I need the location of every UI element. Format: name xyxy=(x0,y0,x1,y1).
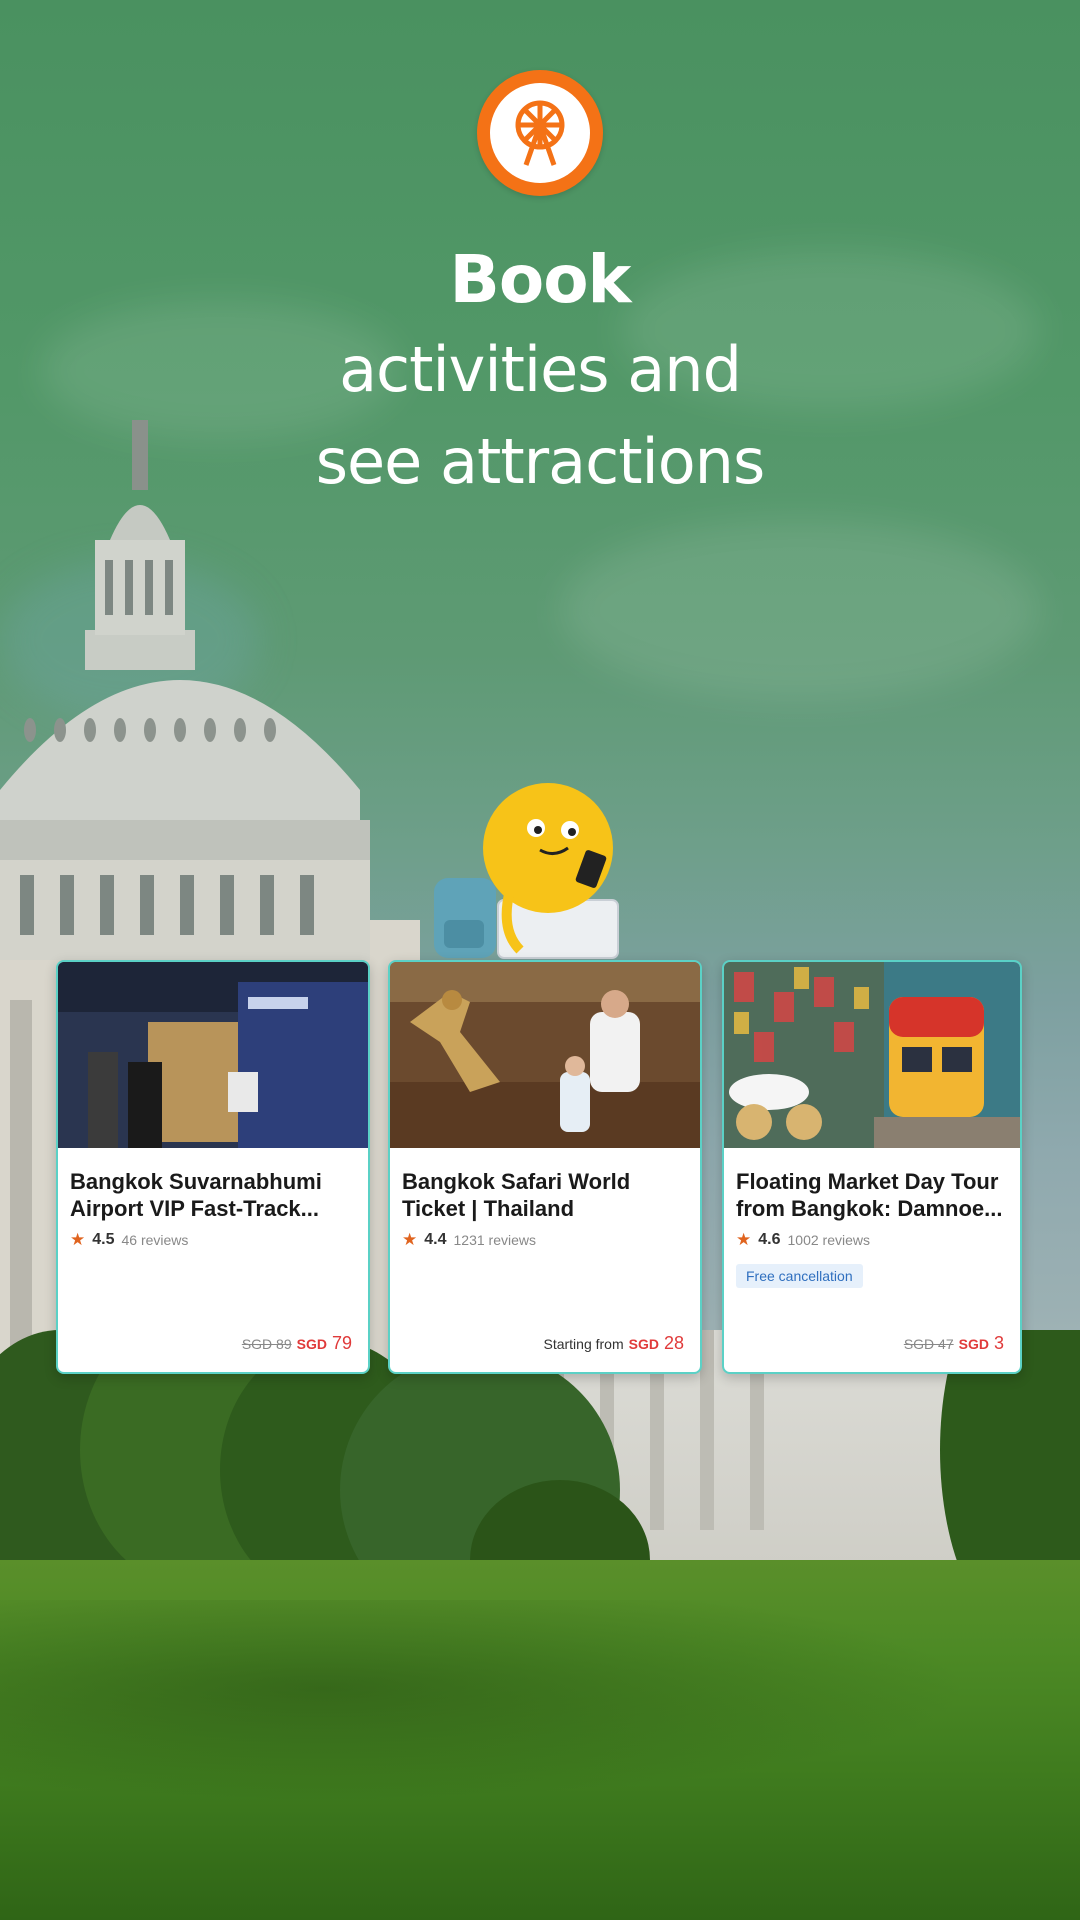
activity-photo xyxy=(390,962,700,1148)
price-prefix: Starting from xyxy=(543,1336,624,1352)
free-cancellation-badge: Free cancellation xyxy=(736,1264,863,1288)
currency: SGD xyxy=(958,1336,989,1352)
price-value: 3 xyxy=(993,1333,1004,1353)
headline-line2: activities and xyxy=(339,333,742,406)
review-count: 46 reviews xyxy=(121,1232,189,1248)
price-value: 28 xyxy=(663,1333,684,1353)
currency: SGD xyxy=(628,1336,659,1352)
original-price: SGD 47 xyxy=(903,1336,954,1352)
star-icon: ★ xyxy=(736,1230,752,1249)
cloud xyxy=(560,520,1040,700)
app-logo xyxy=(477,70,603,196)
activity-card[interactable]: Bangkok Safari World Ticket | Thailand ★… xyxy=(388,960,702,1374)
activity-title: Bangkok Safari World Ticket | Thailand xyxy=(402,1169,631,1221)
rating-row: ★ 4.4 1231 reviews xyxy=(402,1230,536,1250)
review-count: 1002 reviews xyxy=(787,1232,871,1248)
activity-photo xyxy=(58,962,368,1148)
rating-score: 4.6 xyxy=(758,1231,781,1248)
activity-photo xyxy=(724,962,1020,1148)
headline-bold: Book xyxy=(449,241,632,318)
ferris-wheel-icon xyxy=(515,100,565,166)
lawn-shadow xyxy=(0,1600,1080,1820)
rating-row: ★ 4.6 1002 reviews xyxy=(736,1230,870,1250)
price-row: SGD 47 SGD 3 xyxy=(904,1333,1004,1354)
activity-card[interactable]: Floating Market Day Tour from Bangkok: D… xyxy=(722,960,1022,1374)
mascot-illustration xyxy=(434,783,619,959)
price-value: 79 xyxy=(331,1333,352,1353)
original-price: SGD 89 xyxy=(241,1336,292,1352)
activity-title: Bangkok Suvarnabhumi Airport VIP Fast-Tr… xyxy=(70,1169,322,1221)
headline-line3: see attractions xyxy=(315,425,766,498)
rating-row: ★ 4.5 46 reviews xyxy=(70,1230,188,1250)
price-row: Starting from SGD 28 xyxy=(543,1333,684,1354)
rating-score: 4.4 xyxy=(424,1231,447,1248)
rating-score: 4.5 xyxy=(92,1231,115,1248)
headline: Book activities and see attractions xyxy=(0,236,1080,508)
star-icon: ★ xyxy=(70,1230,86,1249)
price-row: SGD 89 SGD 79 xyxy=(242,1333,352,1354)
currency: SGD xyxy=(296,1336,327,1352)
activity-title: Floating Market Day Tour from Bangkok: D… xyxy=(736,1169,1003,1221)
star-icon: ★ xyxy=(402,1230,418,1249)
review-count: 1231 reviews xyxy=(453,1232,537,1248)
activity-card[interactable]: Bangkok Suvarnabhumi Airport VIP Fast-Tr… xyxy=(56,960,370,1374)
